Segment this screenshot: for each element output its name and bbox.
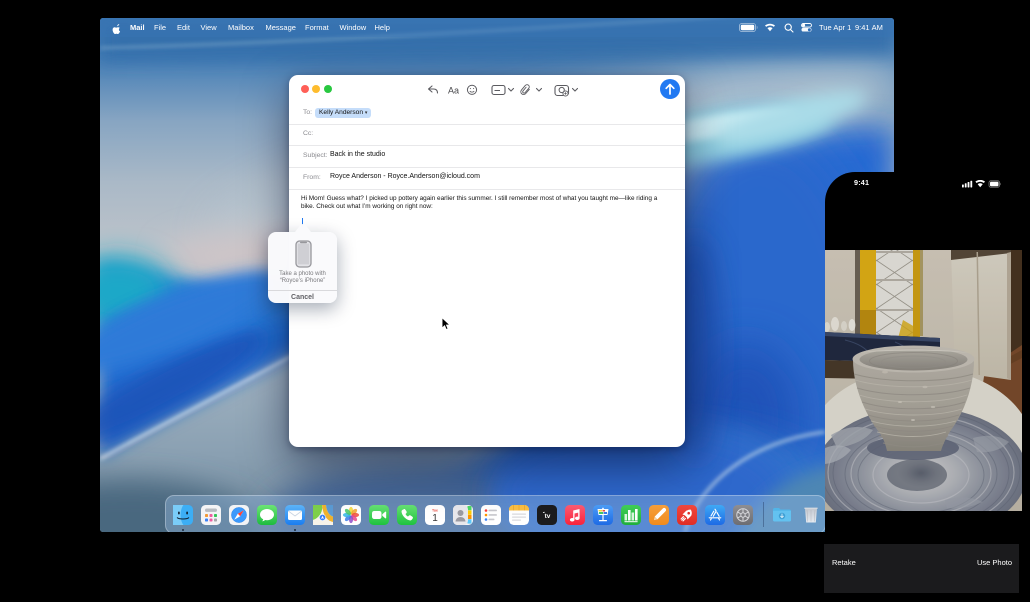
svg-text:Tue: Tue — [432, 509, 438, 513]
svg-text:tv: tv — [545, 513, 551, 520]
svg-text:Aa: Aa — [448, 86, 459, 96]
svg-text:1: 1 — [432, 513, 438, 524]
